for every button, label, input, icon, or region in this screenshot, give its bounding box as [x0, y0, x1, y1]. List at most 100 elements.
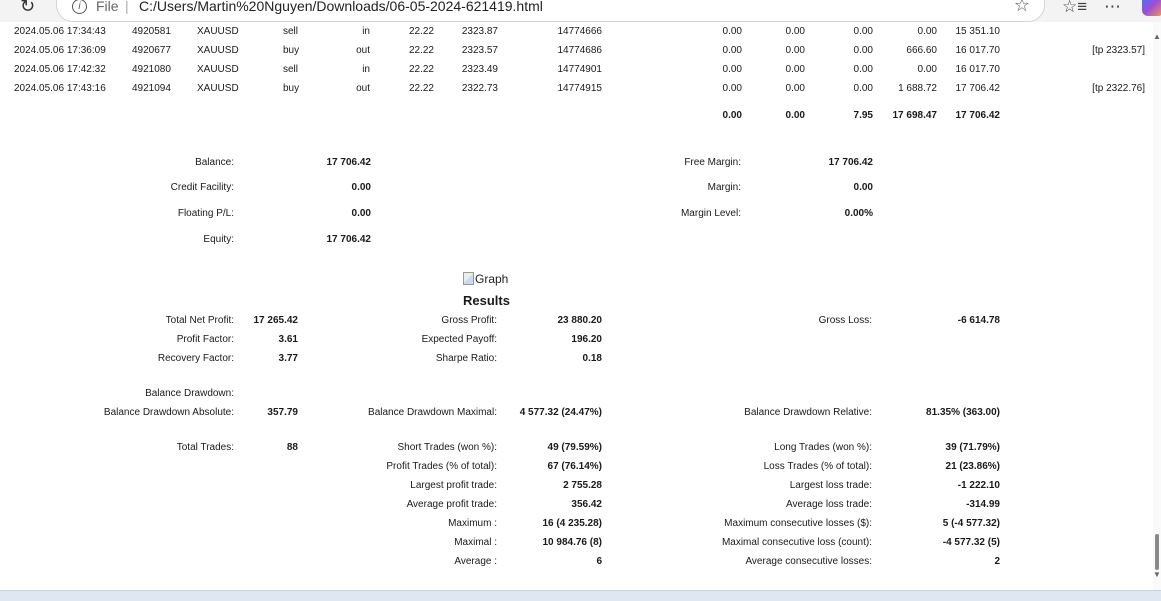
deal-balance: 16 017.70	[955, 64, 1001, 75]
deal-number: 4921080	[132, 64, 171, 75]
sharpe-ratio-label: Sharpe Ratio:	[435, 353, 497, 364]
deal-symbol: XAUUSD	[197, 83, 239, 94]
bd-relative-label: Balance Drawdown Relative:	[744, 407, 872, 418]
deal-profit: 666.60	[906, 45, 937, 56]
total-trades-label: Total Trades:	[176, 442, 234, 453]
deal-volume: 22.22	[408, 83, 434, 94]
gross-profit-label: Gross Profit:	[441, 315, 497, 326]
max-consec-losses-label: Maximum consecutive losses ($):	[724, 518, 872, 529]
deal-symbol: XAUUSD	[197, 45, 239, 56]
total-balance: 17 706.42	[955, 110, 1001, 121]
equity-value: 17 706.42	[326, 234, 372, 245]
profit-factor-value: 3.61	[278, 334, 298, 345]
avg-profit-label: Average profit trade:	[406, 499, 497, 510]
deal-balance: 15 351.10	[955, 26, 1001, 37]
total-trades-value: 88	[286, 442, 298, 453]
profit-trades-value: 67 (76.14%)	[547, 461, 602, 472]
short-trades-label: Short Trades (won %):	[397, 442, 497, 453]
short-trades-value: 49 (79.59%)	[547, 442, 602, 453]
deal-symbol: XAUUSD	[197, 64, 239, 75]
average-label: Average :	[454, 556, 497, 567]
floating-label: Floating P/L:	[177, 208, 234, 219]
deal-number: 4920581	[132, 26, 171, 37]
info-icon[interactable]: i	[72, 0, 87, 14]
deal-type: buy	[283, 45, 300, 56]
deal-time: 2024.05.06 17:43:16	[14, 83, 106, 94]
gross-loss-value: -6 614.78	[957, 315, 1000, 326]
floating-value: 0.00	[351, 208, 371, 219]
vertical-scrollbar[interactable]: ▲ ▼	[1153, 22, 1161, 590]
deal-commission: 0.00	[722, 64, 742, 75]
total-fee: 0.00	[785, 110, 805, 121]
address-bar[interactable]: i File | C:/Users/Martin%20Nguyen/Downlo…	[56, 0, 1045, 22]
largest-loss-label: Largest loss trade:	[789, 480, 872, 491]
total-net-profit-value: 17 265.42	[253, 315, 299, 326]
deal-direction: out	[356, 83, 370, 94]
more-menu-icon[interactable]: ⋯	[1104, 0, 1121, 17]
largest-loss-value: -1 222.10	[957, 480, 1000, 491]
margin-value: 0.00	[853, 182, 873, 193]
margin-label: Margin:	[707, 182, 741, 193]
deal-type: sell	[283, 64, 299, 75]
deal-order: 14774901	[557, 64, 603, 75]
results-title: Results	[463, 293, 510, 308]
margin-level-value: 0.00%	[844, 208, 873, 219]
browser-toolbar: ↻ i File | C:/Users/Martin%20Nguyen/Down…	[0, 0, 1161, 22]
deal-number: 4920677	[132, 45, 171, 56]
url-text[interactable]: C:/Users/Martin%20Nguyen/Downloads/06-05…	[139, 0, 543, 14]
favorite-star-icon[interactable]: ☆	[1014, 0, 1030, 16]
deal-fee: 0.00	[785, 26, 805, 37]
deal-type: sell	[283, 26, 299, 37]
profit-trades-label: Profit Trades (% of total):	[386, 461, 497, 472]
balance-label: Balance:	[195, 157, 234, 168]
deal-fee: 0.00	[785, 64, 805, 75]
deal-swap: 0.00	[853, 64, 873, 75]
scrollbar-thumb[interactable]	[1155, 534, 1159, 570]
deal-volume: 22.22	[408, 64, 434, 75]
free-margin-label: Free Margin:	[684, 157, 741, 168]
maximal-value: 10 984.76 (8)	[542, 537, 603, 548]
bd-relative-value: 81.35% (363.00)	[926, 407, 1000, 418]
deal-balance: 17 706.42	[955, 83, 1001, 94]
total-net-profit-label: Total Net Profit:	[165, 315, 234, 326]
graph-image: Graph	[463, 272, 508, 286]
largest-profit-label: Largest profit trade:	[410, 480, 497, 491]
largest-profit-value: 2 755.28	[563, 480, 602, 491]
gross-profit-value: 23 880.20	[557, 315, 603, 326]
deal-profit: 0.00	[917, 64, 937, 75]
deal-direction: out	[356, 45, 370, 56]
copilot-icon[interactable]	[1142, 0, 1161, 16]
free-margin-value: 17 706.42	[828, 157, 874, 168]
avg-profit-value: 356.42	[571, 499, 602, 510]
refresh-icon[interactable]: ↻	[20, 0, 35, 17]
credit-label: Credit Facility:	[170, 182, 234, 193]
deal-comment: [tp 2323.57]	[1092, 45, 1145, 56]
credit-value: 0.00	[351, 182, 371, 193]
deal-number: 4921094	[132, 83, 171, 94]
loss-trades-value: 21 (23.86%)	[945, 461, 1000, 472]
deal-order: 14774686	[557, 45, 603, 56]
profit-factor-label: Profit Factor:	[176, 334, 234, 345]
total-swap: 7.95	[853, 110, 873, 121]
deal-fee: 0.00	[785, 45, 805, 56]
avg-loss-label: Average loss trade:	[786, 499, 872, 510]
scroll-up-arrow-icon[interactable]: ▲	[1153, 32, 1161, 41]
deal-commission: 0.00	[722, 45, 742, 56]
maximum-label: Maximum :	[448, 518, 497, 529]
balance-value: 17 706.42	[326, 157, 372, 168]
max-consec-losses-value: 5 (-4 577.32)	[942, 518, 1000, 529]
deal-swap: 0.00	[853, 45, 873, 56]
scroll-down-arrow-icon[interactable]: ▼	[1153, 570, 1161, 579]
favorites-list-icon[interactable]: ☆≡	[1062, 0, 1087, 17]
gross-loss-label: Gross Loss:	[818, 315, 872, 326]
total-commission: 0.00	[722, 110, 742, 121]
average-value: 6	[596, 556, 602, 567]
bd-absolute-value: 357.79	[267, 407, 298, 418]
deal-balance: 16 017.70	[955, 45, 1001, 56]
deal-direction: in	[362, 64, 370, 75]
recovery-factor-label: Recovery Factor:	[157, 353, 234, 364]
bd-absolute-label: Balance Drawdown Absolute:	[103, 407, 234, 418]
deal-price: 2323.49	[461, 64, 498, 75]
bd-maximal-label: Balance Drawdown Maximal:	[368, 407, 497, 418]
deal-time: 2024.05.06 17:42:32	[14, 64, 106, 75]
